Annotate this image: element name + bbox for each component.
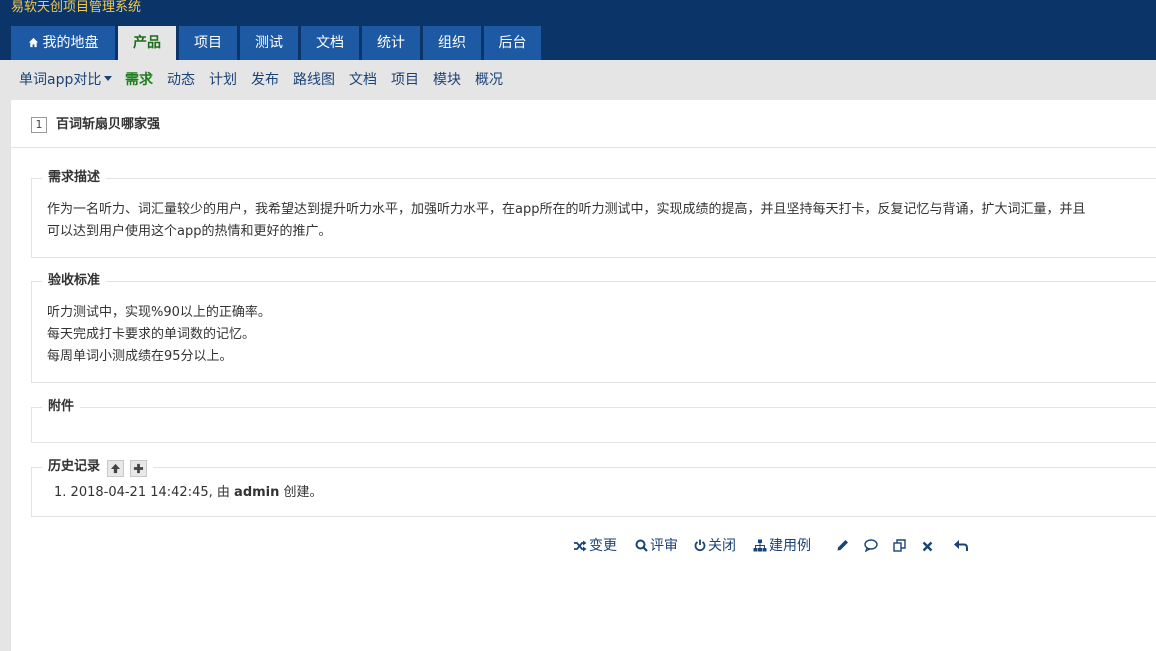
caret-down-icon [104,76,113,81]
story-title: 百词斩扇贝哪家强 [56,117,161,132]
acceptance-legend: 验收标准 [42,271,107,291]
history-index: 1. [54,485,67,500]
shuffle-icon [574,540,587,552]
create-case-label: 建用例 [769,538,811,554]
history-section: 历史记录 1. 2018-04-21 14:42:45, 由 admin 创建。 [31,457,1156,517]
story-id-badge: 1 [31,117,47,133]
product-selector-label: 单词app对比 [19,72,102,88]
acceptance-section: 验收标准 听力测试中，实现%90以上的正确率。 每天完成打卡要求的单词数的记忆。… [31,271,1156,383]
tab-stats[interactable]: 统计 [362,26,420,60]
tab-my-dashboard-label: 我的地盘 [42,35,99,51]
tab-test-label: 测试 [255,35,283,51]
review-label: 评审 [650,538,678,554]
collapse-history-button[interactable] [106,460,124,477]
subnav-docs[interactable]: 文档 [349,72,377,88]
acceptance-text: 听力测试中，实现%90以上的正确率。 每天完成打卡要求的单词数的记忆。 每周单词… [47,302,271,368]
comment-icon [864,539,878,553]
main-nav: 我的地盘 产品 项目 测试 文档 统计 组织 后台 [11,26,544,60]
review-button[interactable]: 评审 [635,537,678,555]
description-legend: 需求描述 [42,168,107,188]
tab-product-label: 产品 [133,35,161,51]
story-view: 1 百词斩扇贝哪家强 需求描述 作为一名听力、词汇量较少的用户，我希望达到提升听… [11,100,1156,651]
subnav-dynamics[interactable]: 动态 [167,72,195,88]
tab-doc-label: 文档 [316,35,344,51]
create-case-button[interactable]: 建用例 [753,537,811,555]
change-button[interactable]: 变更 [573,537,617,555]
search-icon [635,539,648,552]
subnav-releases[interactable]: 发布 [251,72,279,88]
subnav-plans[interactable]: 计划 [209,72,237,88]
sitemap-icon [753,539,767,552]
acceptance-line: 每周单词小测成绩在95分以上。 [47,349,233,364]
story-title-bar: 1 百词斩扇贝哪家强 [11,100,1156,148]
tab-product[interactable]: 产品 [118,26,176,60]
arrow-up-icon [110,463,120,474]
history-legend-label: 历史记录 [48,459,101,474]
attachments-section: 附件 [31,397,1156,443]
delete-button[interactable] [922,537,935,555]
subnav-roadmap[interactable]: 路线图 [293,72,335,88]
top-header: 易软天创项目管理系统 我的地盘 产品 项目 测试 文档 统计 组织 后台 [0,0,1156,60]
description-line: 可以达到用户使用这个app的热情和更好的推广。 [47,224,332,239]
change-label: 变更 [589,538,617,554]
history-time: 2018-04-21 14:42:45, [70,485,213,500]
action-bar: 变更 评审 关闭 建用例 [11,537,1156,557]
sub-nav: 单词app对比 需求 动态 计划 发布 路线图 文档 项目 模块 概况 [0,60,1156,100]
copy-button[interactable] [893,537,908,555]
tab-org-label: 组织 [438,35,466,51]
history-action: 创建。 [283,485,323,500]
acceptance-line: 听力测试中，实现%90以上的正确率。 [47,305,271,320]
subnav-stories[interactable]: 需求 [125,72,153,88]
power-icon [694,539,706,552]
product-selector[interactable]: 单词app对比 [19,72,113,88]
description-text: 作为一名听力、词汇量较少的用户，我希望达到提升听力水平，加强听力水平，在app所… [47,199,1085,243]
plus-icon [133,463,144,474]
tab-project-label: 项目 [194,35,222,51]
comment-button[interactable] [864,537,880,555]
close-story-label: 关闭 [708,538,736,554]
subnav-modules[interactable]: 模块 [433,72,461,88]
history-item: 1. 2018-04-21 14:42:45, 由 admin 创建。 [54,484,323,502]
back-button[interactable] [953,537,971,555]
subnav-overview[interactable]: 概况 [475,72,503,88]
tab-my-dashboard[interactable]: 我的地盘 [11,26,115,60]
reply-icon [954,540,968,551]
pencil-icon [837,540,848,551]
tab-stats-label: 统计 [377,35,405,51]
close-story-button[interactable]: 关闭 [694,537,736,555]
edit-button[interactable] [836,537,851,555]
history-by: 由 [216,485,230,500]
subnav-projects[interactable]: 项目 [391,72,419,88]
add-comment-button[interactable] [130,460,148,477]
home-icon [28,37,38,48]
tab-doc[interactable]: 文档 [301,26,359,60]
history-legend: 历史记录 [42,457,154,477]
description-line: 作为一名听力、词汇量较少的用户，我希望达到提升听力水平，加强听力水平，在app所… [47,202,1086,217]
tab-test[interactable]: 测试 [240,26,298,60]
copy-icon [893,539,906,552]
description-section: 需求描述 作为一名听力、词汇量较少的用户，我希望达到提升听力水平，加强听力水平，… [31,168,1156,258]
history-user: admin [234,485,280,500]
tab-project[interactable]: 项目 [179,26,237,60]
tab-admin[interactable]: 后台 [484,26,541,60]
tab-admin-label: 后台 [498,35,527,51]
tab-org[interactable]: 组织 [423,26,481,60]
app-title: 易软天创项目管理系统 [11,0,142,15]
acceptance-line: 每天完成打卡要求的单词数的记忆。 [47,327,256,342]
close-icon [922,541,933,552]
attachments-legend: 附件 [42,397,81,417]
